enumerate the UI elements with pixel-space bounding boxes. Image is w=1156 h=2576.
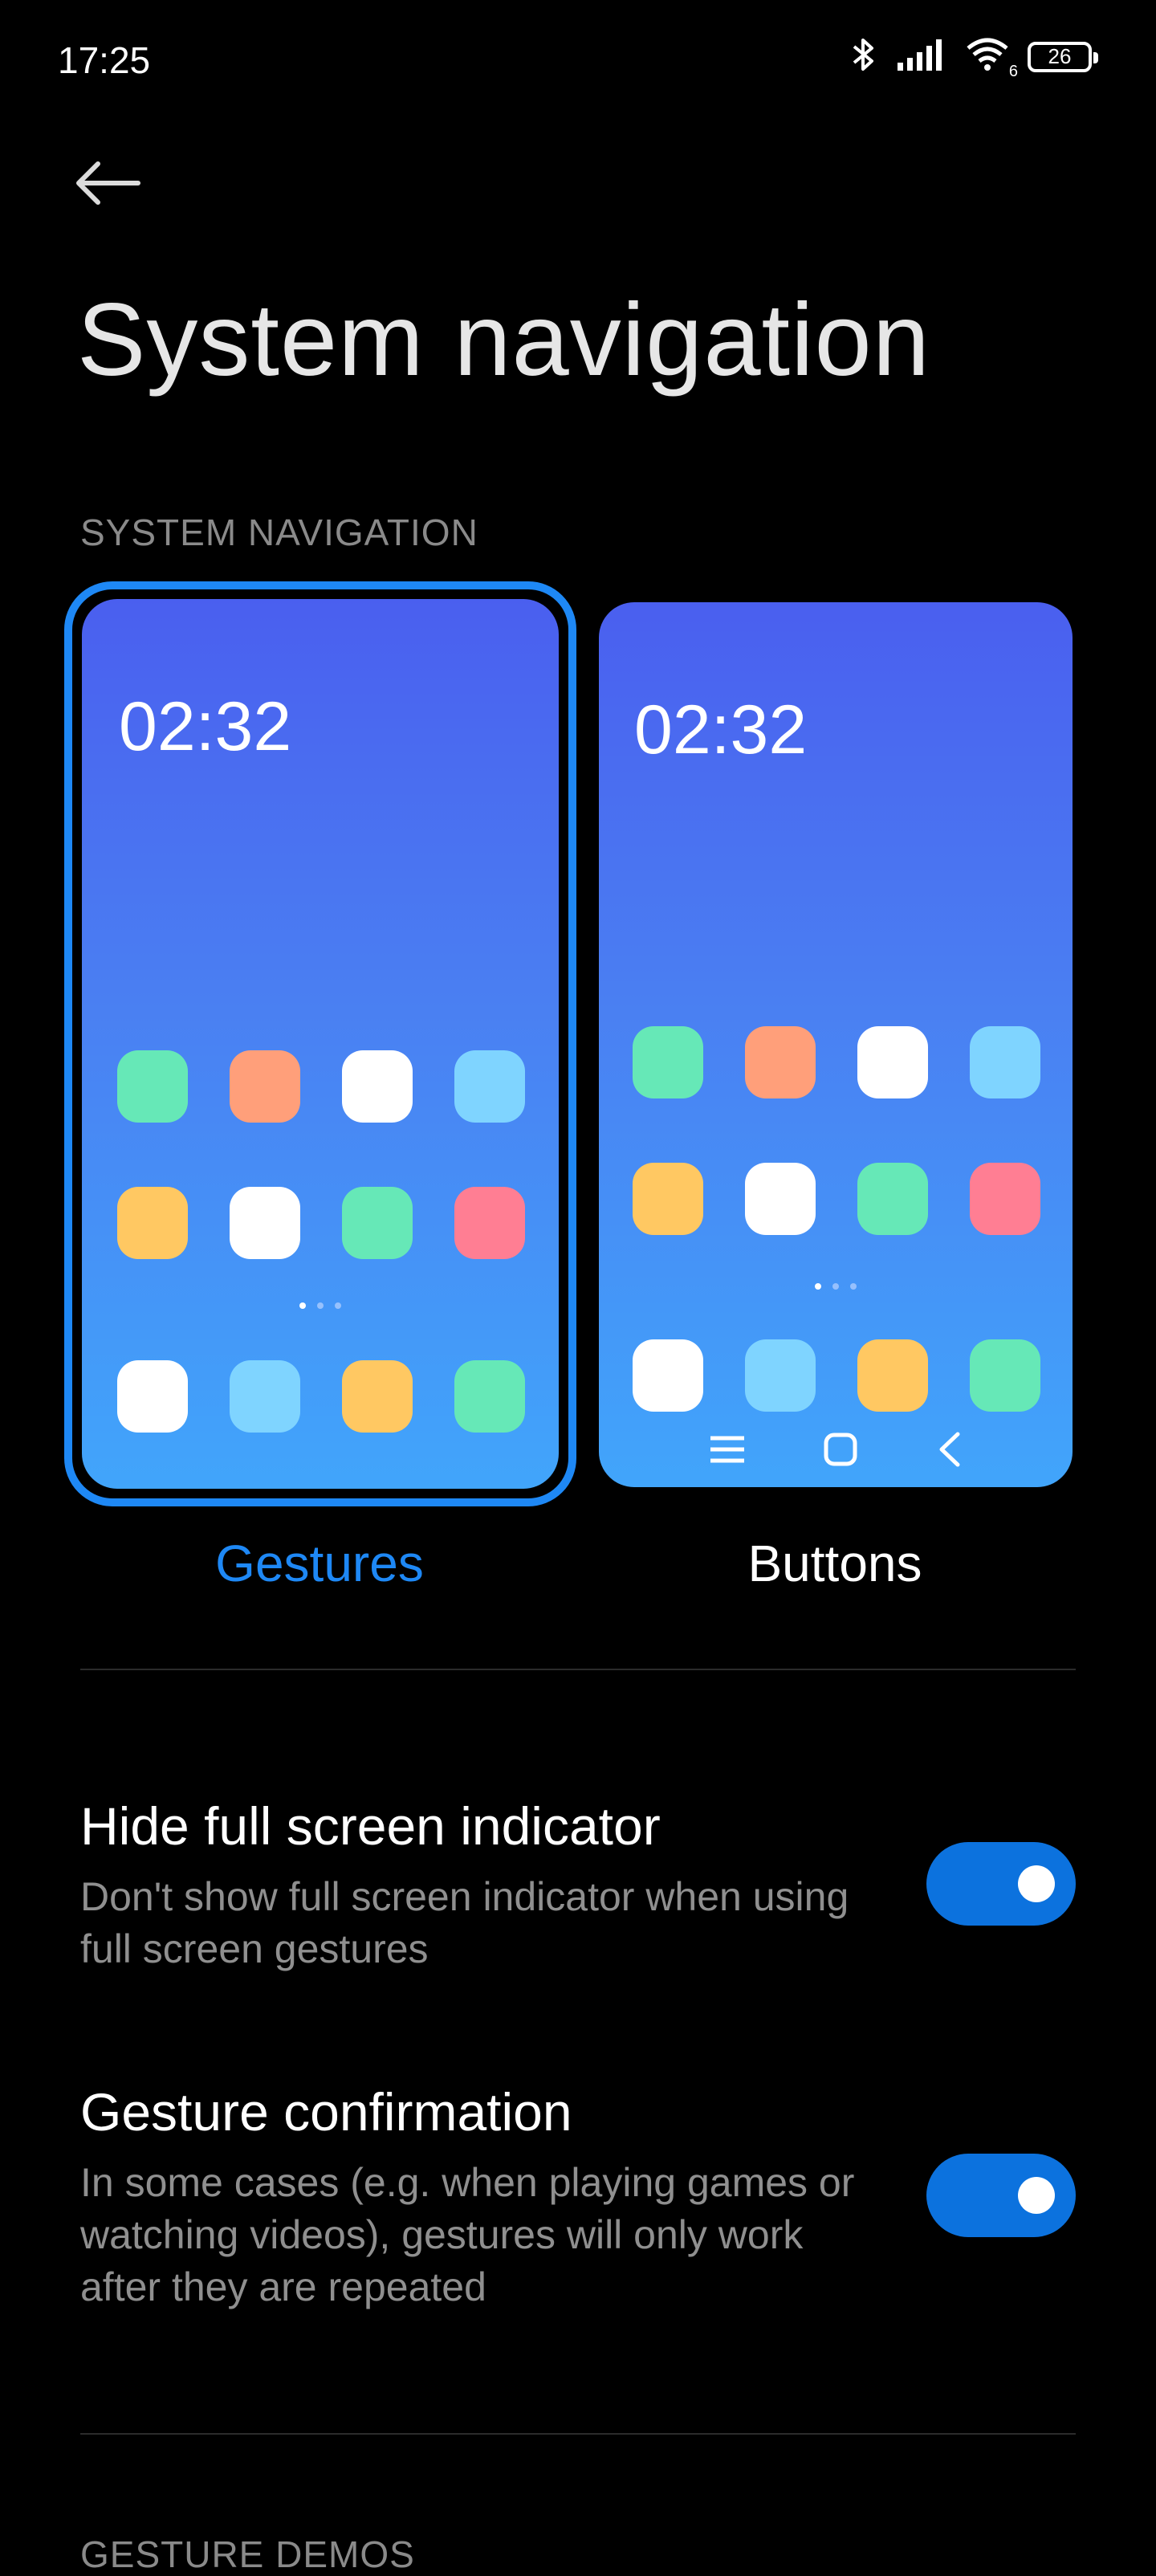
preview-clock: 02:32: [634, 691, 808, 768]
buttons-label[interactable]: Buttons: [634, 1534, 1036, 1593]
gestures-phone-preview: 02:32: [82, 599, 559, 1489]
preview-app-row: [633, 1163, 1040, 1235]
battery-level: 26: [1048, 44, 1072, 68]
section-header-system-navigation: SYSTEM NAVIGATION: [80, 512, 478, 553]
page-title: System navigation: [77, 283, 930, 397]
preview-app-icon: [745, 1026, 816, 1098]
preview-app-icon: [117, 1360, 188, 1433]
preview-app-icon: [633, 1026, 703, 1098]
preview-app-icon: [230, 1360, 300, 1433]
page-indicator-dots: [82, 1302, 559, 1309]
page-indicator-dots: [599, 1283, 1073, 1290]
preview-app-icon: [857, 1163, 928, 1235]
setting-title: Gesture confirmation: [80, 2082, 572, 2142]
preview-app-row: [117, 1050, 525, 1123]
preview-app-icon: [342, 1360, 413, 1433]
back-button[interactable]: [71, 145, 167, 225]
preview-app-icon: [857, 1026, 928, 1098]
preview-app-icon: [970, 1339, 1040, 1412]
preview-app-icon: [230, 1187, 300, 1259]
preview-app-icon: [454, 1187, 525, 1259]
preview-app-icon: [117, 1050, 188, 1123]
preview-app-row: [633, 1026, 1040, 1098]
preview-app-icon: [117, 1187, 188, 1259]
gestures-label[interactable]: Gestures: [119, 1534, 520, 1593]
preview-app-icon: [342, 1187, 413, 1259]
setting-title: Hide full screen indicator: [80, 1796, 661, 1856]
preview-app-icon: [454, 1050, 525, 1123]
preview-app-icon: [342, 1050, 413, 1123]
toggle-knob: [1018, 1865, 1055, 1902]
back-chevron-icon: [935, 1431, 963, 1472]
buttons-option-card[interactable]: 02:32: [599, 602, 1073, 1487]
preview-app-icon: [745, 1163, 816, 1235]
preview-dock-row: [633, 1339, 1040, 1412]
divider: [80, 2433, 1076, 2435]
back-arrow-icon: [71, 159, 143, 211]
home-square-icon: [823, 1432, 858, 1471]
wifi-generation-label: 6: [1008, 63, 1018, 80]
preview-app-icon: [230, 1050, 300, 1123]
battery-icon: 26: [1028, 41, 1098, 72]
signal-icon: [896, 39, 947, 75]
buttons-phone-preview: 02:32: [599, 602, 1073, 1487]
preview-app-icon: [970, 1026, 1040, 1098]
wifi-icon: 6: [965, 37, 1018, 80]
menu-icon: [709, 1433, 746, 1469]
preview-dock-row: [117, 1360, 525, 1433]
preview-app-icon: [633, 1163, 703, 1235]
gesture-confirmation-toggle[interactable]: [926, 2154, 1076, 2237]
preview-app-icon: [633, 1339, 703, 1412]
status-icons: 6 26: [849, 37, 1098, 80]
preview-app-icon: [857, 1339, 928, 1412]
status-bar: 17:25 6 26: [0, 0, 1156, 128]
toggle-knob: [1018, 2177, 1055, 2214]
gestures-option-card[interactable]: 02:32: [64, 581, 576, 1506]
preview-app-row: [117, 1187, 525, 1259]
hide-indicator-toggle[interactable]: [926, 1842, 1076, 1926]
preview-app-icon: [454, 1360, 525, 1433]
divider: [80, 1669, 1076, 1670]
preview-nav-buttons: [599, 1423, 1073, 1479]
setting-description: In some cases (e.g. when playing games o…: [80, 2160, 855, 2309]
preview-app-icon: [745, 1339, 816, 1412]
status-time: 17:25: [58, 39, 151, 81]
preview-clock: 02:32: [119, 688, 292, 765]
preview-app-icon: [970, 1163, 1040, 1235]
setting-description: Don't show full screen indicator when us…: [80, 1874, 849, 1971]
bluetooth-icon: [849, 37, 878, 76]
